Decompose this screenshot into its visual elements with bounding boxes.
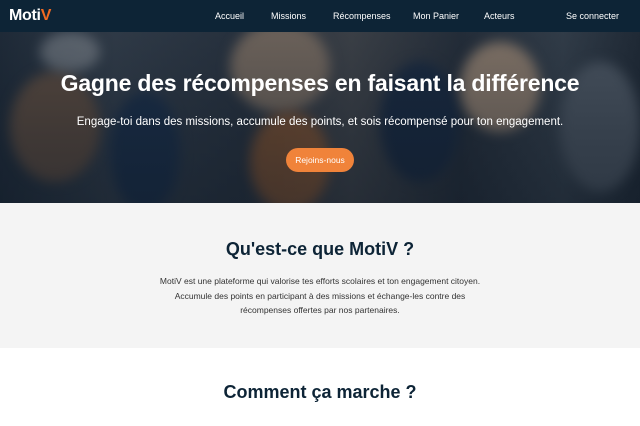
hero-title: Gagne des récompenses en faisant la diff…	[60, 70, 580, 96]
navbar: MotiV Accueil Missions Récompenses Mon P…	[0, 0, 640, 32]
hero-section: Gagne des récompenses en faisant la diff…	[0, 32, 640, 203]
how-it-works-title: Comment ça marche ?	[223, 382, 417, 402]
about-section: Qu'est-ce que MotiV ? MotiV est une plat…	[0, 203, 640, 348]
nav-link-missions[interactable]: Missions	[271, 10, 306, 22]
about-text: MotiV est une plateforme qui valorise te…	[159, 276, 481, 315]
join-button[interactable]: Rejoins-nous	[286, 148, 354, 172]
nav-link-mon-panier[interactable]: Mon Panier	[413, 10, 459, 22]
hero-subtitle: Engage-toi dans des missions, accumule d…	[76, 116, 564, 128]
about-title: Qu'est-ce que MotiV ?	[225, 239, 415, 259]
logo-main: Moti	[9, 7, 41, 24]
how-it-works-section: Comment ça marche ?	[0, 348, 640, 426]
logo-accent: V	[40, 7, 52, 24]
nav-link-accueil[interactable]: Accueil	[215, 10, 244, 22]
nav-link-recompenses[interactable]: Récompenses	[333, 10, 391, 22]
logo[interactable]: MotiV	[9, 7, 51, 25]
nav-link-acteurs[interactable]: Acteurs	[484, 10, 515, 22]
login-link[interactable]: Se connecter	[566, 10, 619, 22]
